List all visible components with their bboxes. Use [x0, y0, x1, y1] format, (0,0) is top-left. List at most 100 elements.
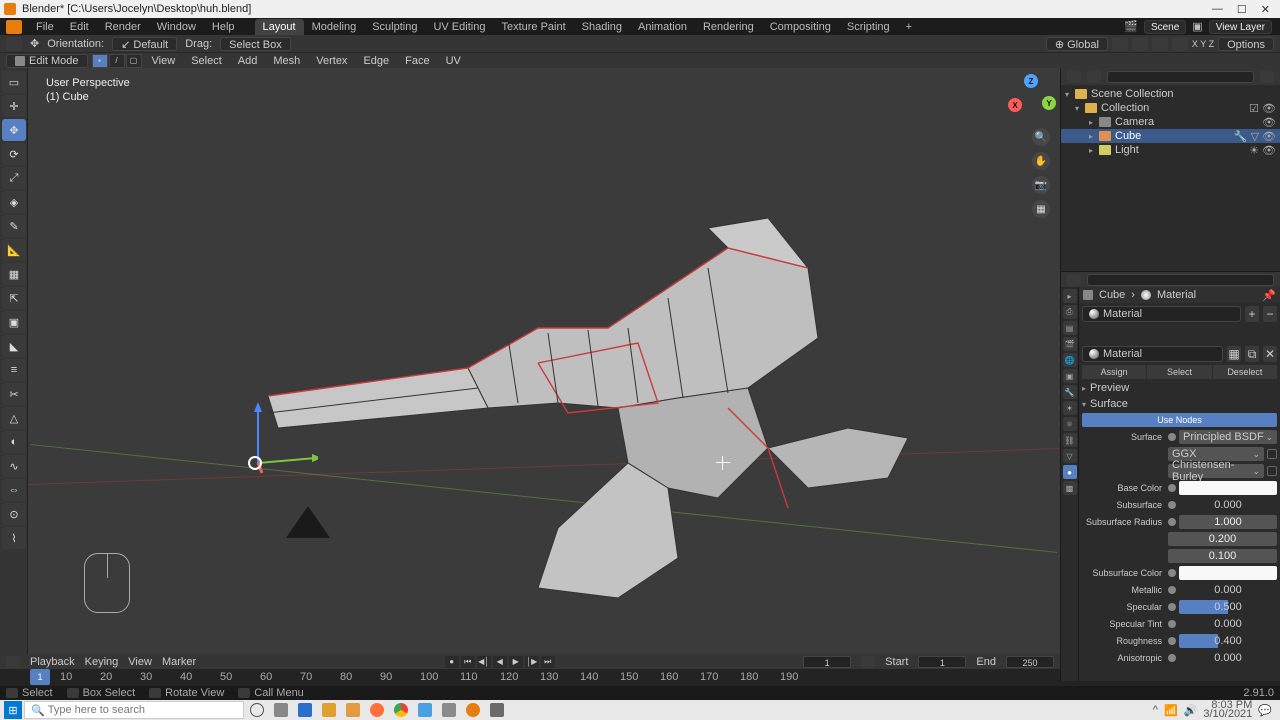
socket-dot-icon[interactable]: [1168, 654, 1176, 662]
submenu-select[interactable]: Select: [185, 55, 228, 67]
prop-tab-viewlayer[interactable]: ▤: [1063, 321, 1077, 335]
start-frame-field[interactable]: 1: [918, 656, 966, 668]
material-slot-add[interactable]: +: [1245, 306, 1259, 322]
taskbar-app-6[interactable]: [486, 701, 508, 719]
tool-spin[interactable]: ◐: [2, 431, 26, 453]
socket-dot-icon[interactable]: [1168, 518, 1176, 526]
eye-icon[interactable]: 👁: [1262, 102, 1276, 115]
tool-polybuild[interactable]: △: [2, 407, 26, 429]
sss-radius-1[interactable]: 1.000: [1179, 515, 1277, 529]
mode-dropdown[interactable]: Edit Mode: [6, 54, 88, 68]
eye-icon[interactable]: 👁: [1262, 144, 1276, 157]
jump-end-icon[interactable]: ⏭: [541, 656, 555, 668]
timeline-editor-icon[interactable]: [6, 656, 20, 668]
autokey-icon[interactable]: ●: [445, 656, 459, 668]
timeline-cursor[interactable]: 1: [30, 669, 50, 685]
socket-dot-icon[interactable]: [1168, 501, 1176, 509]
minimize-button[interactable]: —: [1212, 3, 1223, 16]
perspective-toggle-icon[interactable]: ▦: [1032, 200, 1050, 218]
axis-z-icon[interactable]: Z: [1024, 74, 1038, 88]
close-button[interactable]: ✕: [1261, 3, 1270, 16]
timeline-playback[interactable]: Playback: [30, 656, 75, 668]
timeline-marker[interactable]: Marker: [162, 656, 196, 668]
clock-icon[interactable]: [861, 656, 875, 668]
move-gizmo[interactable]: [228, 398, 318, 478]
maximize-button[interactable]: ☐: [1237, 3, 1247, 16]
submenu-vertex[interactable]: Vertex: [310, 55, 353, 67]
pin-icon[interactable]: 📌: [1262, 289, 1276, 302]
restrict-toggle-icon[interactable]: ☑: [1249, 102, 1259, 115]
sss-radius-3[interactable]: 0.100: [1168, 549, 1277, 563]
tray-wifi-icon[interactable]: 📶: [1164, 704, 1178, 717]
cortana-icon[interactable]: [246, 701, 268, 719]
task-view-icon[interactable]: [270, 701, 292, 719]
proportional-icon[interactable]: [1152, 37, 1168, 51]
pivot-icon[interactable]: [1112, 37, 1128, 51]
start-button[interactable]: ⊞: [4, 701, 22, 719]
outliner-filter-icon[interactable]: [1260, 71, 1274, 83]
socket-dot-icon[interactable]: [1168, 433, 1176, 441]
tab-layout[interactable]: Layout: [255, 19, 304, 35]
prop-tab-world[interactable]: 🌐: [1063, 353, 1077, 367]
tab-rendering[interactable]: Rendering: [695, 19, 762, 35]
drag-dropdown[interactable]: Select Box: [220, 37, 291, 51]
taskbar-app-5[interactable]: [438, 701, 460, 719]
tool-shrink[interactable]: ⊙: [2, 503, 26, 525]
select-button[interactable]: Select: [1147, 365, 1211, 379]
3d-viewport[interactable]: User Perspective (1) Cube: [28, 68, 1060, 681]
tab-animation[interactable]: Animation: [630, 19, 695, 35]
current-frame-field[interactable]: 1: [803, 656, 851, 668]
submenu-mesh[interactable]: Mesh: [267, 55, 306, 67]
tool-rotate[interactable]: ⟳: [2, 143, 26, 165]
menu-edit[interactable]: Edit: [62, 21, 97, 33]
tab-add[interactable]: +: [898, 19, 920, 35]
outliner-row-collection[interactable]: ▾ Collection ☑👁: [1061, 101, 1280, 115]
prop-tab-output[interactable]: ⎙: [1063, 305, 1077, 319]
socket-dot-icon[interactable]: [1168, 484, 1176, 492]
menu-file[interactable]: File: [28, 21, 62, 33]
keyframe-next-icon[interactable]: │▶: [525, 656, 539, 668]
snap-icon[interactable]: [1132, 37, 1148, 51]
gizmo-xyz-icon[interactable]: [1172, 37, 1188, 51]
play-reverse-icon[interactable]: ◀: [493, 656, 507, 668]
material-slot-remove[interactable]: −: [1263, 306, 1277, 322]
tool-knife[interactable]: ✂: [2, 383, 26, 405]
tool-transform[interactable]: ◈: [2, 191, 26, 213]
tool-edge-slide[interactable]: ⇔: [2, 479, 26, 501]
vertex-select-mode[interactable]: ▪: [92, 54, 108, 68]
taskbar-app-3[interactable]: [342, 701, 364, 719]
jump-start-icon[interactable]: ⏮: [461, 656, 475, 668]
taskbar-chrome-icon[interactable]: [390, 701, 412, 719]
tool-smooth[interactable]: ∿: [2, 455, 26, 477]
prop-tab-scene[interactable]: 🎬: [1063, 337, 1077, 351]
submenu-add[interactable]: Add: [232, 55, 264, 67]
tab-sculpting[interactable]: Sculpting: [364, 19, 425, 35]
taskbar-app-1[interactable]: [294, 701, 316, 719]
prop-tab-constraints[interactable]: ⛓: [1063, 433, 1077, 447]
submenu-uv[interactable]: UV: [440, 55, 467, 67]
use-nodes-button[interactable]: Use Nodes: [1082, 413, 1277, 427]
eye-icon[interactable]: 👁: [1262, 116, 1276, 129]
prop-tab-mesh[interactable]: ▽: [1063, 449, 1077, 463]
tray-notifications-icon[interactable]: 💬: [1258, 704, 1272, 717]
prop-tab-physics[interactable]: ⚛: [1063, 417, 1077, 431]
submenu-view[interactable]: View: [146, 55, 182, 67]
tab-modeling[interactable]: Modeling: [304, 19, 365, 35]
prop-tab-modifiers[interactable]: 🔧: [1063, 385, 1077, 399]
outliner-row-camera[interactable]: ▸ Camera 👁: [1061, 115, 1280, 129]
subsurface-slider[interactable]: 0.000: [1179, 498, 1277, 512]
tab-uv-editing[interactable]: UV Editing: [425, 19, 493, 35]
material-new[interactable]: ▦: [1227, 346, 1241, 362]
material-unlink[interactable]: ✕: [1263, 346, 1277, 362]
end-frame-field[interactable]: 250: [1006, 656, 1054, 668]
link-icon[interactable]: [1267, 449, 1277, 459]
tool-rip[interactable]: ⌇: [2, 527, 26, 549]
tray-chevron-icon[interactable]: ^: [1153, 704, 1158, 716]
socket-dot-icon[interactable]: [1168, 603, 1176, 611]
sss-color-swatch[interactable]: [1179, 566, 1277, 580]
base-color-swatch[interactable]: [1179, 481, 1277, 495]
prop-tab-material[interactable]: ●: [1063, 465, 1077, 479]
material-slot[interactable]: Material: [1082, 306, 1241, 322]
surface-section[interactable]: ▾Surface: [1082, 397, 1277, 411]
menu-window[interactable]: Window: [149, 21, 204, 33]
